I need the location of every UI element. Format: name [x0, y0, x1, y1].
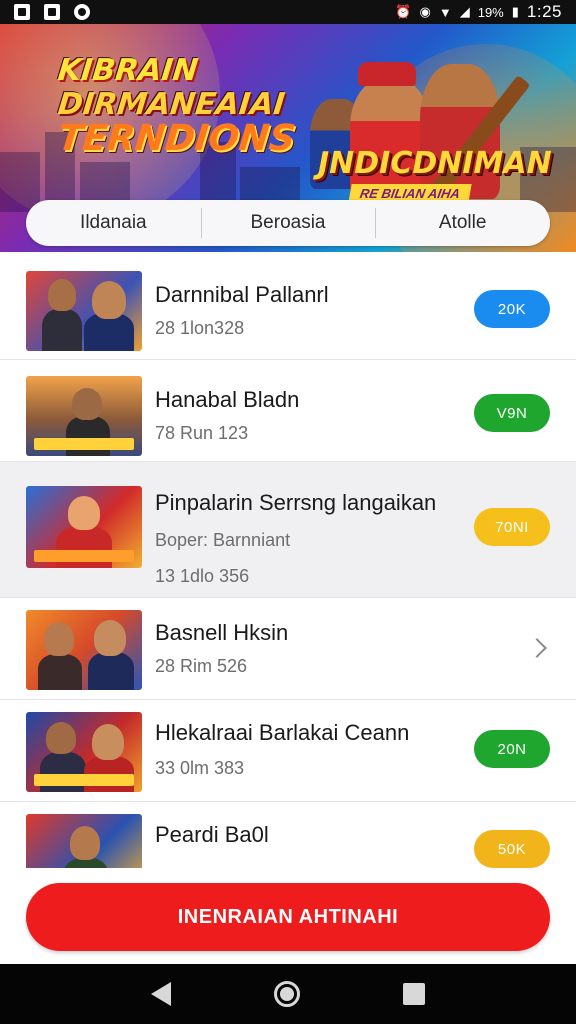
item-badge-button[interactable]: 50K	[474, 830, 550, 868]
thumbnail	[26, 376, 142, 456]
thumbnail	[26, 610, 142, 690]
bottom-action-area: INENRAIAN AHTINAHI	[0, 868, 576, 964]
hat-graphic	[358, 62, 416, 86]
game-list: Darnnibal Pallanrl 28 1lon328 20K Hanaba…	[0, 252, 576, 868]
item-badge-button[interactable]: 70NI	[474, 508, 550, 546]
gallery-icon	[44, 4, 60, 20]
vibrate-icon: ◉	[419, 4, 431, 19]
alarm-icon: ⏰	[395, 4, 412, 19]
item-title: Hlekalraai Barlakai Ceann	[155, 720, 410, 745]
segmented-tabs: Ildanaia Beroasia Atolle	[26, 200, 550, 246]
tab-atolle[interactable]: Atolle	[375, 200, 550, 246]
item-meta: 28 Rim 526	[155, 656, 248, 676]
item-title: Peardi Ba0l	[155, 822, 269, 847]
thumbnail	[26, 271, 142, 351]
chevron-right-icon[interactable]	[527, 638, 547, 658]
photo-icon	[14, 4, 30, 20]
status-bar: ⏰ ◉ ▼ ◢ 19% ▮ 1:25	[0, 0, 576, 24]
item-meta: 33 0lm 383	[155, 758, 245, 778]
item-badge-button[interactable]: 20K	[474, 290, 550, 328]
recents-icon[interactable]	[402, 983, 425, 1005]
home-icon[interactable]	[273, 981, 300, 1007]
banner-title-line: TERNDIONS	[55, 118, 298, 159]
list-item[interactable]: Basnell Hksin 28 Rim 526	[0, 598, 576, 700]
item-meta: 13 1dlo 356	[155, 566, 250, 586]
thumbnail	[26, 712, 142, 792]
battery-percent: 19%	[477, 4, 504, 20]
primary-action-button[interactable]: INENRAIAN AHTINAHI	[26, 883, 550, 951]
item-meta: 28 1lon328	[155, 318, 245, 338]
signal-icon: ◢	[459, 4, 470, 19]
clock: 1:25	[526, 2, 562, 21]
banner-title-line: DIRMANEAIAI	[56, 87, 287, 122]
item-title: Pinpalarin Serrsng langaikan	[155, 490, 437, 515]
list-item[interactable]: Pinpalarin Serrsng langaikan Boper: Barn…	[0, 462, 576, 598]
list-item[interactable]: Hlekalraai Barlakai Ceann 33 0lm 383 20N	[0, 700, 576, 802]
item-badge-button[interactable]: V9N	[474, 394, 550, 432]
item-title: Hanabal Bladn	[155, 387, 300, 412]
thumbnail	[26, 486, 142, 568]
wifi-icon: ▼	[438, 4, 452, 20]
item-subtitle: Boper: Barnniant	[155, 530, 291, 550]
thumbnail	[26, 814, 142, 868]
item-badge-button[interactable]: 20N	[474, 730, 550, 768]
banner-title: KIBRAIN DIRMANEAIAI TERNDIONS	[55, 53, 308, 159]
message-icon	[74, 4, 90, 20]
item-title: Darnnibal Pallanrl	[155, 282, 329, 307]
back-icon[interactable]	[151, 982, 172, 1006]
list-item[interactable]: Hanabal Bladn 78 Run 123 V9N	[0, 360, 576, 462]
system-nav-bar	[0, 964, 576, 1024]
banner-subtitle: JNDICDNIMAN	[318, 146, 552, 181]
battery-icon: ▮	[511, 4, 519, 19]
list-item[interactable]: Darnnibal Pallanrl 28 1lon328 20K	[0, 252, 576, 360]
tab-ildanaia[interactable]: Ildanaia	[26, 200, 201, 246]
character-figure	[350, 79, 430, 199]
list-item[interactable]: Peardi Ba0l 50K	[0, 802, 576, 868]
item-title: Basnell Hksin	[155, 620, 289, 645]
tab-beroasia[interactable]: Beroasia	[200, 200, 376, 246]
item-meta: 78 Run 123	[155, 423, 249, 443]
banner-title-line: KIBRAIN	[56, 53, 200, 88]
